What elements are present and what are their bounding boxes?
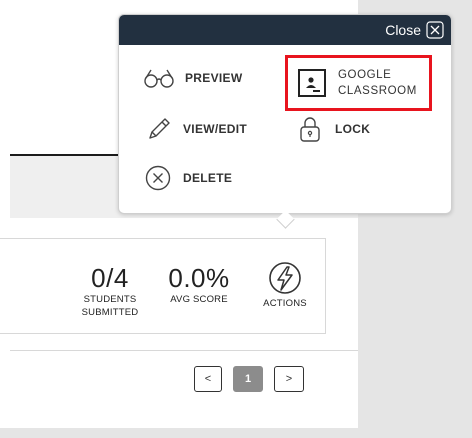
students-label-line2: SUBMITTED xyxy=(81,307,139,318)
avg-score-stat: 0.0% AVG SCORE xyxy=(156,263,242,306)
pagination-next-button[interactable]: > xyxy=(274,366,304,392)
preview-menu-item[interactable]: PREVIEW xyxy=(143,67,242,89)
pagination-prev-button[interactable]: < xyxy=(194,366,222,392)
actions-popover: Close PREVIEW GOOGLE CLASSROOM VIEW/EDIT… xyxy=(118,14,452,229)
view-edit-label: VIEW/EDIT xyxy=(183,121,248,136)
actions-button[interactable]: ACTIONS xyxy=(254,261,316,310)
actions-label: ACTIONS xyxy=(263,298,307,309)
google-classroom-label-line1: GOOGLE xyxy=(338,69,392,81)
delete-label: DELETE xyxy=(183,170,233,185)
lightning-circle-icon xyxy=(269,262,301,294)
background-bottom xyxy=(0,428,472,438)
lock-label: LOCK xyxy=(335,121,371,136)
google-classroom-label: GOOGLE CLASSROOM xyxy=(338,67,417,99)
close-label[interactable]: Close xyxy=(385,22,421,38)
glasses-icon xyxy=(144,69,174,88)
google-classroom-label-line2: CLASSROOM xyxy=(338,85,417,97)
students-submitted-stat: 0/4 STUDENTS SUBMITTED xyxy=(72,263,148,319)
lock-icon xyxy=(300,117,320,142)
avg-score-value: 0.0% xyxy=(168,263,230,293)
popover-header: Close xyxy=(119,15,451,45)
students-submitted-value: 0/4 xyxy=(91,263,129,293)
view-edit-menu-item[interactable]: VIEW/EDIT xyxy=(145,115,247,143)
stats-card: 0/4 STUDENTS SUBMITTED 0.0% AVG SCORE AC… xyxy=(0,238,326,334)
google-classroom-menu-item[interactable]: GOOGLE CLASSROOM xyxy=(285,55,432,111)
close-x-icon[interactable] xyxy=(426,21,444,39)
google-classroom-icon xyxy=(298,69,326,97)
pencil-icon xyxy=(149,118,170,139)
avg-score-label: AVG SCORE xyxy=(170,294,228,305)
divider xyxy=(10,350,358,351)
x-circle-icon xyxy=(145,165,171,191)
students-label-line1: STUDENTS xyxy=(83,294,137,305)
lock-menu-item[interactable]: LOCK xyxy=(299,115,370,143)
delete-menu-item[interactable]: DELETE xyxy=(145,165,232,191)
pagination-page-1[interactable]: 1 xyxy=(233,366,263,392)
preview-label: PREVIEW xyxy=(185,70,243,85)
